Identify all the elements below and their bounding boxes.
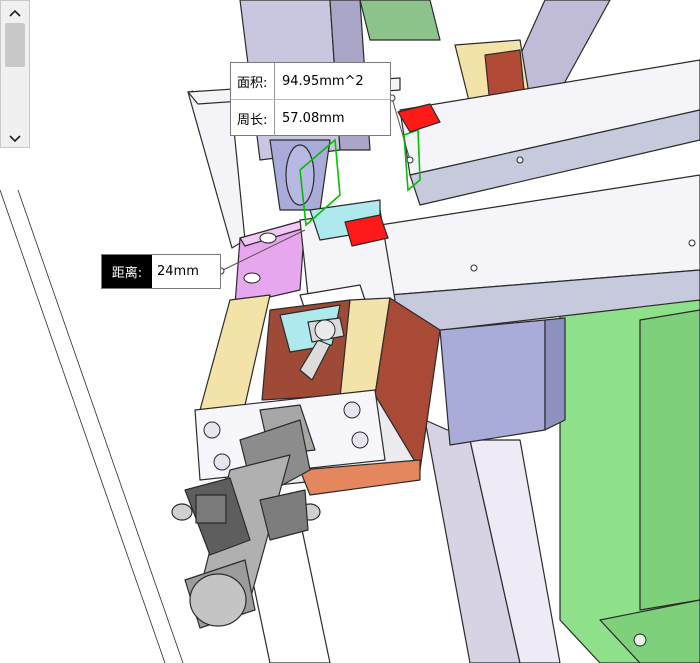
area-value: 94.95mm^2 <box>282 73 364 89</box>
area-label: 面积: <box>231 63 275 99</box>
perimeter-value: 57.08mm <box>282 110 345 126</box>
green-base <box>559 279 700 663</box>
distance-value: 24mm <box>157 264 199 279</box>
chevron-down-icon <box>9 128 21 147</box>
vertical-scrollbar[interactable] <box>0 0 30 148</box>
scroll-down-button[interactable] <box>1 127 29 147</box>
area-row: 面积: 94.95mm^2 <box>231 63 390 100</box>
perimeter-label: 周长: <box>231 100 275 136</box>
scroll-up-button[interactable] <box>1 1 29 21</box>
distance-callout: 距离: 24mm <box>101 254 221 289</box>
measurement-callout: 面积: 94.95mm^2 周长: 57.08mm <box>230 62 391 136</box>
chevron-up-icon <box>9 2 21 21</box>
perimeter-row: 周长: 57.08mm <box>231 100 390 136</box>
pink-plate <box>234 219 306 306</box>
scroll-thumb[interactable] <box>5 23 25 67</box>
cad-viewport[interactable]: .e { stroke: #2b2b2b; stroke-width: 1.2;… <box>0 0 700 663</box>
distance-label: 距离: <box>102 255 152 288</box>
